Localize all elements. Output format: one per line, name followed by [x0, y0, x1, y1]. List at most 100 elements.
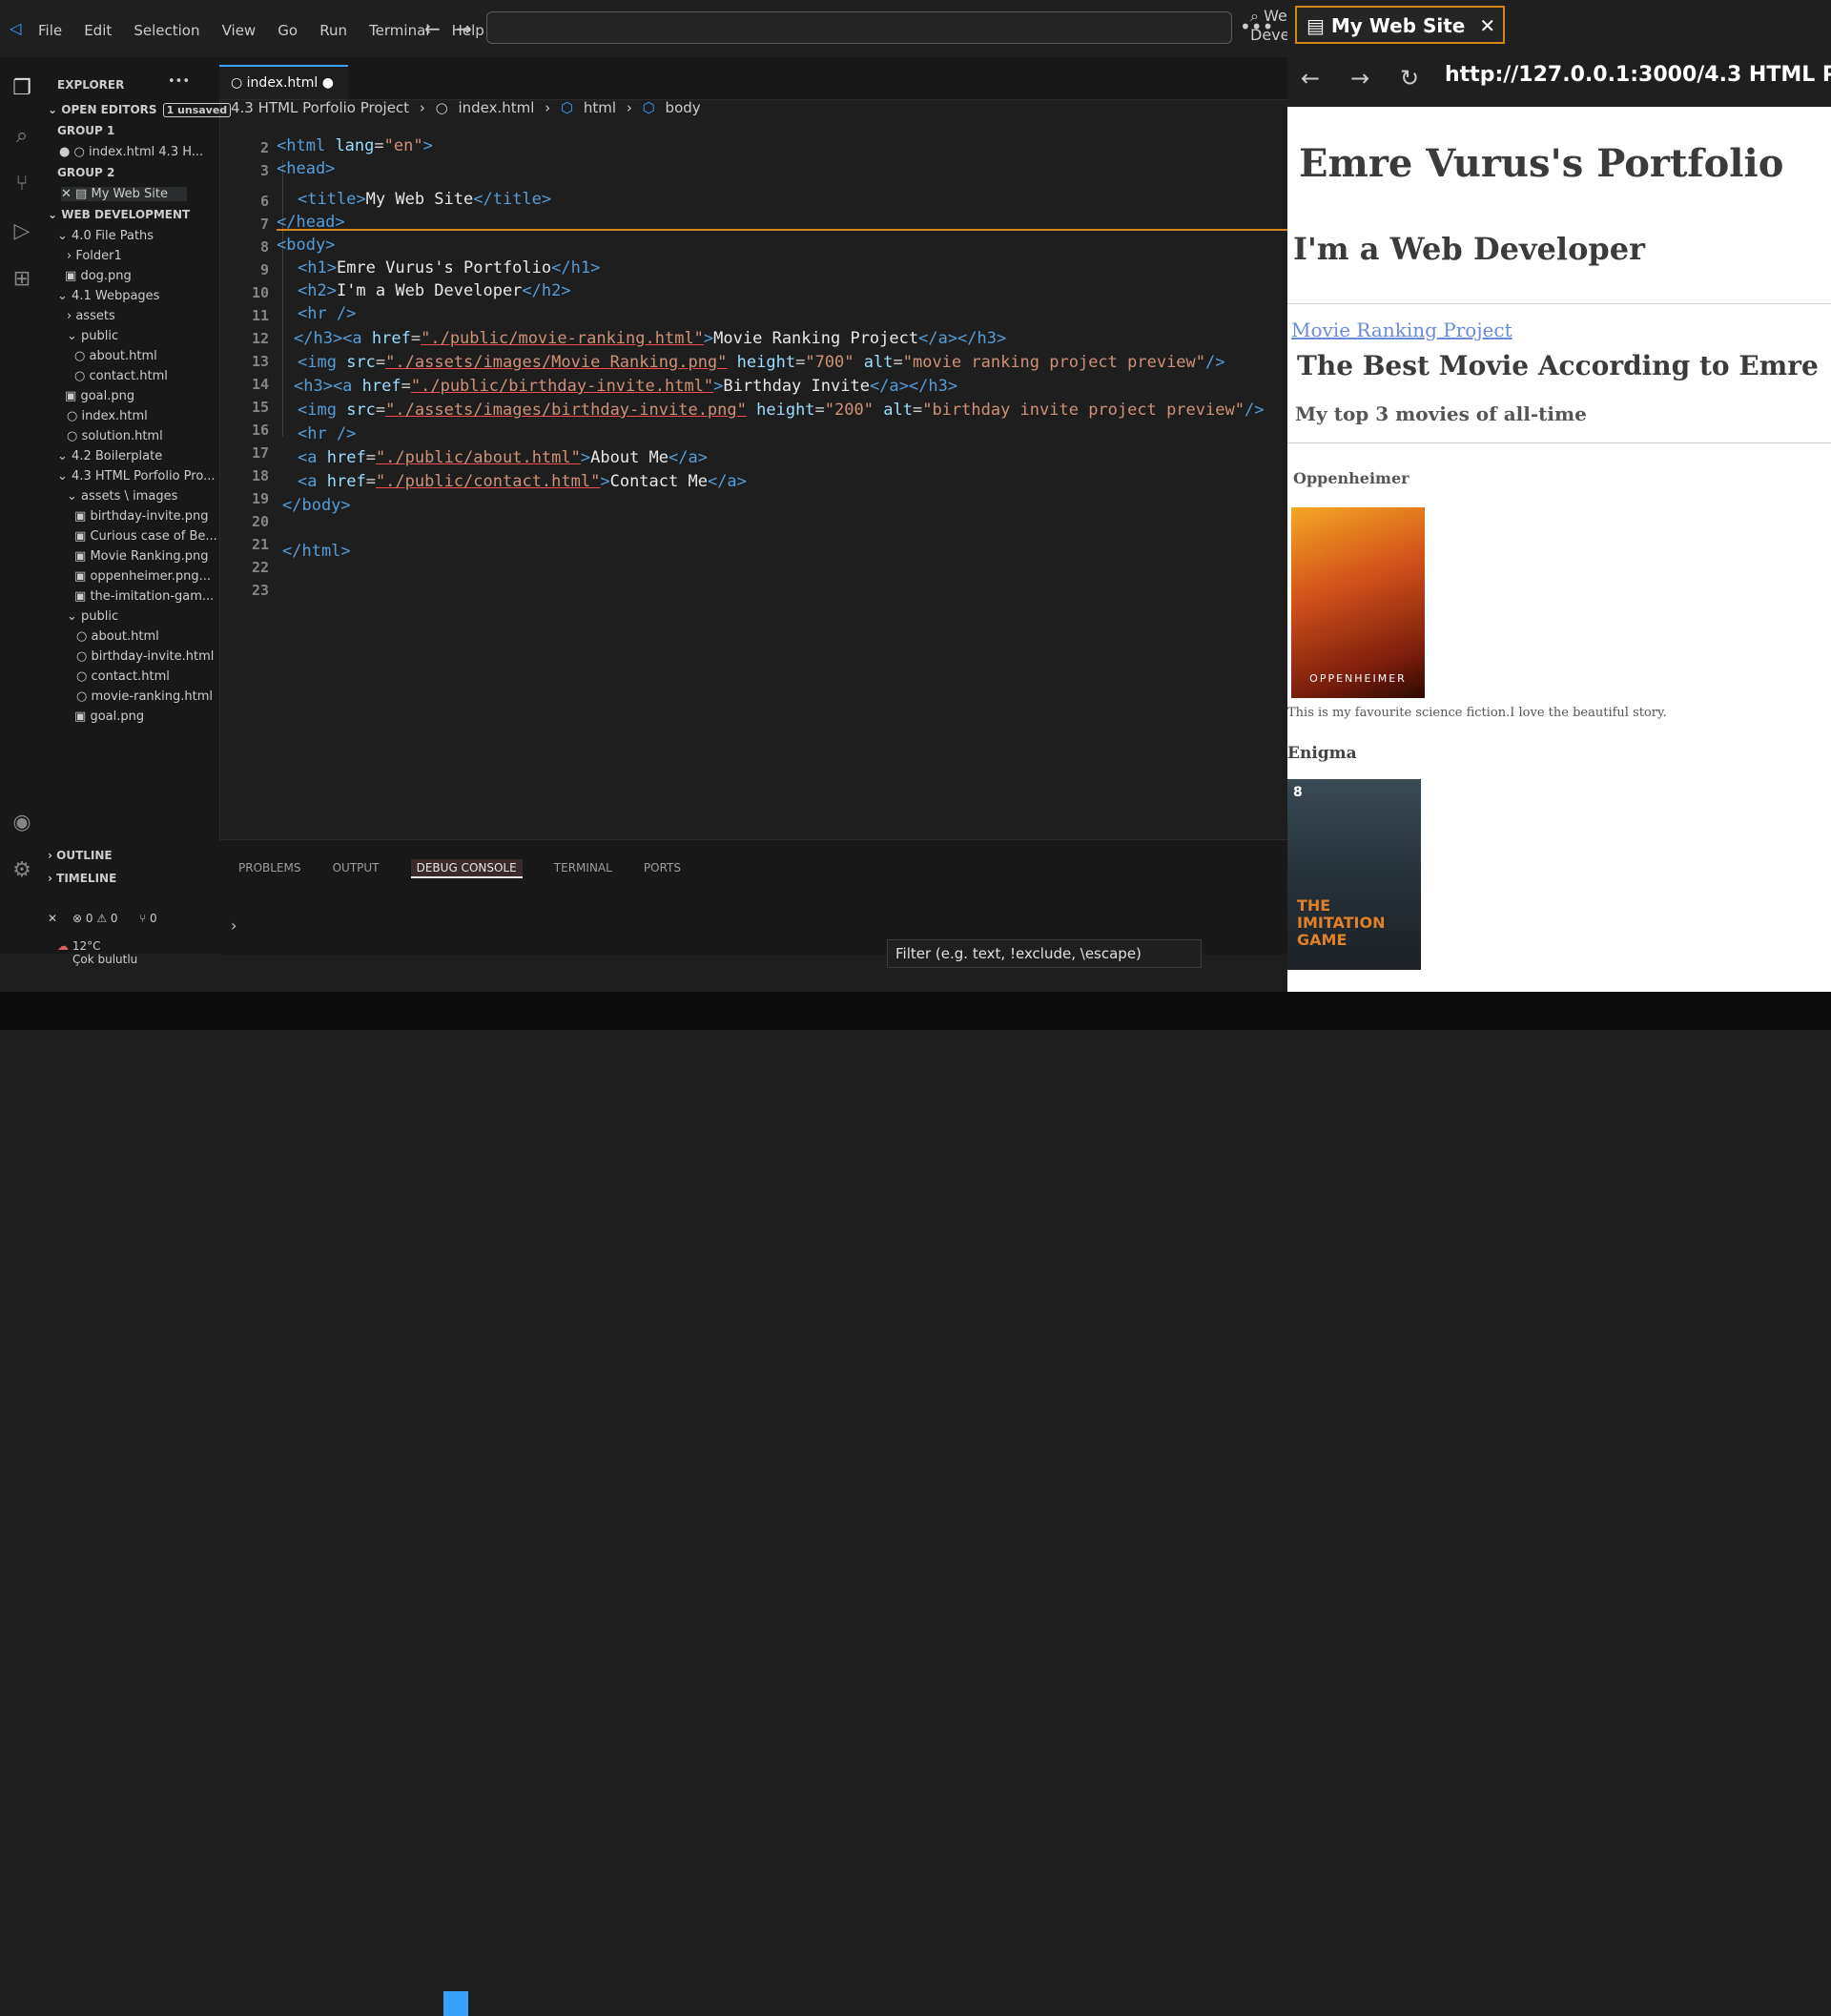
more-icon[interactable]: •••	[168, 74, 190, 89]
back-arrow-icon[interactable]: ←	[424, 17, 441, 40]
more-icon[interactable]: •••	[1240, 15, 1273, 38]
weather-temp: 12°C	[72, 939, 101, 953]
image-file-icon: ▣	[74, 549, 87, 564]
tree-file[interactable]: ○ contact.html	[76, 669, 170, 684]
ports-status[interactable]: ⑂ 0	[139, 912, 157, 925]
tab-debug-console[interactable]: DEBUG CONSOLE	[410, 859, 523, 878]
tree-file[interactable]: ○ about.html	[74, 349, 157, 363]
tree-file[interactable]: ▣ goal.png	[74, 710, 144, 724]
tab-problems[interactable]: PROBLEMS	[238, 861, 301, 874]
tree-folder[interactable]: ⌄ assets \ images	[67, 489, 177, 504]
open-editors-header[interactable]: ⌄ OPEN EDITORS 1 unsaved	[48, 103, 232, 117]
line-number: 15	[251, 399, 269, 416]
remote-icon[interactable]: ✕	[48, 912, 57, 925]
poster-title: THE IMITATION GAME	[1297, 896, 1386, 949]
tab-my-web-site[interactable]: ▤ My Web Site ✕	[1295, 6, 1505, 44]
tree-file[interactable]: ▣ oppenheimer.png...	[74, 569, 211, 584]
tab-terminal[interactable]: TERMINAL	[554, 861, 612, 874]
close-icon[interactable]: ✕	[1479, 14, 1495, 37]
line-number: 8	[259, 238, 269, 256]
settings-gear-icon[interactable]: ⚙	[10, 858, 34, 883]
tree-file[interactable]: ○ birthday-invite.html	[76, 649, 214, 664]
tree-file[interactable]: ▣ dog.png	[65, 269, 132, 283]
debug-console-filter-input[interactable]: Filter (e.g. text, !exclude, \escape)	[887, 939, 1202, 968]
chevron-right-icon: ›	[231, 916, 237, 935]
panel-tabs: PROBLEMS OUTPUT DEBUG CONSOLE TERMINAL P…	[238, 857, 708, 878]
code-line: <img src="./assets/images/birthday-invit…	[298, 401, 1265, 420]
line-number: 13	[251, 353, 269, 370]
search-icon[interactable]: ⌕	[10, 124, 34, 149]
image-file-icon: ▣	[65, 269, 77, 283]
breadcrumb-folder[interactable]: 4.3 HTML Porfolio Project	[231, 99, 409, 116]
tree-file[interactable]: ○ about.html	[76, 629, 159, 644]
movie-ranking-link[interactable]: Movie Ranking Project	[1291, 319, 1512, 341]
chevron-right-icon: ›	[48, 849, 52, 862]
code-line: </body>	[282, 496, 351, 515]
chevron-down-icon: ⌄	[67, 609, 77, 624]
tree-folder[interactable]: ⌄ 4.2 Boilerplate	[57, 449, 162, 463]
menu-selection[interactable]: Selection	[134, 22, 199, 39]
forward-arrow-icon[interactable]: →	[1350, 65, 1369, 92]
tree-file[interactable]: ▣ birthday-invite.png	[74, 509, 208, 524]
tab-index-html[interactable]: ○ index.html ●	[219, 65, 348, 99]
breadcrumb-file[interactable]: index.html	[458, 99, 534, 116]
tree-file[interactable]: ▣ the-imitation-gam...	[74, 589, 214, 604]
tree-folder[interactable]: ⌄ 4.0 File Paths	[57, 229, 154, 243]
tree-file[interactable]: ○ contact.html	[74, 369, 168, 383]
line-number: 11	[251, 307, 269, 324]
tree-file[interactable]: ○ solution.html	[67, 429, 163, 443]
open-editor-index[interactable]: ● ○ index.html 4.3 H...	[59, 145, 203, 159]
menu-run[interactable]: Run	[319, 22, 347, 39]
line-number: 12	[251, 330, 269, 347]
html-file-icon: ○	[73, 145, 85, 159]
weather-widget[interactable]: ☁ 12°C Çok bulutlu	[57, 939, 137, 966]
outline-header[interactable]: › OUTLINE	[48, 849, 113, 862]
extensions-icon[interactable]: ⊞	[10, 267, 34, 292]
timeline-header[interactable]: › TIMELINE	[48, 872, 116, 885]
open-editor-preview[interactable]: ✕ ▤ My Web Site	[61, 187, 187, 201]
menu-edit[interactable]: Edit	[84, 22, 112, 39]
tree-folder[interactable]: ⌄ public	[67, 329, 118, 343]
tree-folder[interactable]: ⌄ 4.3 HTML Porfolio Pro...	[57, 469, 215, 483]
preview-toolbar: ← → ↻ http://127.0.0.1:3000/4.3 HTML Por…	[1287, 53, 1831, 108]
line-number: 10	[251, 284, 269, 301]
tree-file[interactable]: ○ index.html	[67, 409, 148, 423]
menu-file[interactable]: File	[38, 22, 62, 39]
address-bar[interactable]: http://127.0.0.1:3000/4.3 HTML Porfol	[1445, 63, 1831, 87]
code-line: </html>	[282, 542, 351, 561]
html-file-icon: ○	[76, 649, 88, 664]
source-control-icon[interactable]: ⑂	[10, 172, 34, 196]
breadcrumb-body[interactable]: body	[666, 99, 701, 116]
command-center[interactable]: ⌕ Web Development	[486, 7, 1353, 44]
tab-ports[interactable]: PORTS	[644, 861, 681, 874]
tree-folder[interactable]: ⌄ public	[67, 609, 118, 624]
tree-file[interactable]: ○ movie-ranking.html	[76, 689, 213, 704]
forward-arrow-icon[interactable]: →	[456, 17, 472, 40]
tree-file[interactable]: ▣ Curious case of Be...	[74, 529, 217, 544]
reload-icon[interactable]: ↻	[1400, 65, 1419, 92]
run-debug-icon[interactable]: ▷	[10, 219, 34, 244]
image-file-icon: ▣	[65, 389, 77, 403]
unsaved-dot-icon[interactable]: ●	[322, 75, 334, 91]
windows-start-icon[interactable]	[443, 1991, 468, 2016]
tab-output[interactable]: OUTPUT	[333, 861, 380, 874]
tree-folder[interactable]: ⌄ 4.1 Webpages	[57, 289, 159, 303]
tree-file[interactable]: ▣ Movie Ranking.png	[74, 549, 209, 564]
tree-folder[interactable]: › assets	[67, 309, 115, 323]
tree-folder[interactable]: › Folder1	[67, 249, 122, 263]
explorer-files-icon[interactable]: ❐	[10, 76, 34, 101]
problems-status[interactable]: ⊗ 0 ⚠ 0	[72, 912, 118, 925]
account-icon[interactable]: ◉	[10, 811, 34, 835]
html-file-icon: ○	[74, 369, 86, 383]
back-arrow-icon[interactable]: ←	[1301, 65, 1320, 92]
indent-guide	[282, 160, 283, 437]
image-file-icon: ▣	[74, 569, 87, 584]
tree-file[interactable]: ▣ goal.png	[65, 389, 134, 403]
breadcrumb-html[interactable]: html	[584, 99, 616, 116]
workspace-header[interactable]: ⌄ WEB DEVELOPMENT	[48, 208, 190, 221]
close-icon[interactable]: ✕	[61, 187, 72, 201]
group-1-label: GROUP 1	[57, 124, 115, 137]
menu-go[interactable]: Go	[278, 22, 298, 39]
menu-terminal[interactable]: Terminal	[369, 22, 429, 39]
menu-view[interactable]: View	[222, 22, 257, 39]
